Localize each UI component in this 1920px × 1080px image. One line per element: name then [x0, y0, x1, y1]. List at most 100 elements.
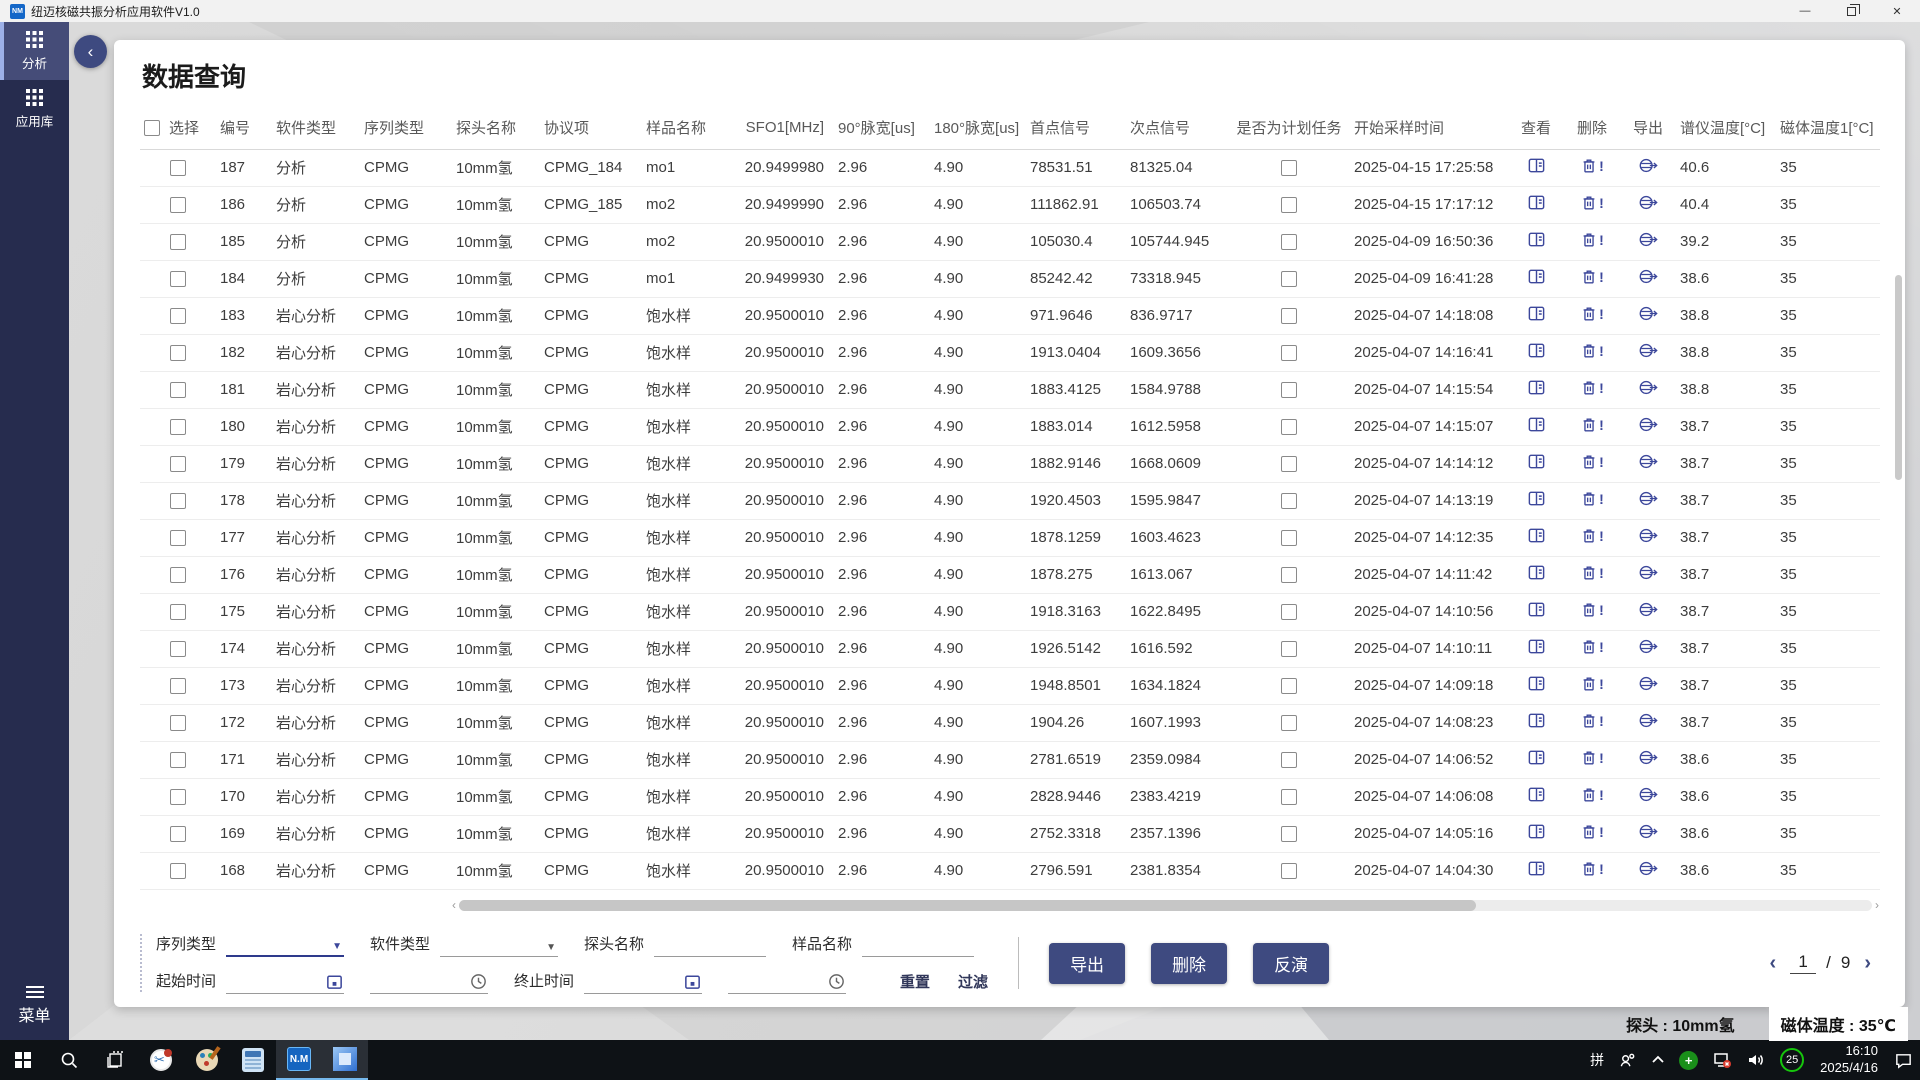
vertical-scrollbar-thumb[interactable] [1895, 275, 1902, 480]
scroll-left-arrow-icon[interactable]: ‹ [452, 898, 456, 912]
delete-icon[interactable]: ! [1580, 268, 1604, 286]
delete-icon[interactable]: ! [1580, 490, 1604, 508]
export-icon[interactable] [1638, 526, 1658, 545]
view-icon[interactable] [1527, 785, 1546, 804]
plan-task-checkbox[interactable] [1281, 419, 1297, 435]
export-icon[interactable] [1638, 748, 1658, 767]
row-checkbox[interactable] [170, 530, 186, 546]
export-icon[interactable] [1638, 637, 1658, 656]
plan-task-checkbox[interactable] [1281, 715, 1297, 731]
delete-icon[interactable]: ! [1580, 453, 1604, 471]
export-icon[interactable] [1638, 378, 1658, 397]
action-center-button[interactable] [1887, 1040, 1920, 1080]
row-checkbox[interactable] [170, 234, 186, 250]
delete-icon[interactable]: ! [1580, 305, 1604, 323]
sidebar-item-analysis[interactable]: 分析 [0, 22, 69, 80]
plan-task-checkbox[interactable] [1281, 234, 1297, 250]
second-app-taskbar-button[interactable] [322, 1040, 368, 1080]
people-tray-button[interactable] [1611, 1040, 1644, 1080]
view-icon[interactable] [1527, 526, 1546, 545]
start-button[interactable] [0, 1040, 46, 1080]
export-icon[interactable] [1638, 304, 1658, 323]
view-icon[interactable] [1527, 193, 1546, 212]
row-checkbox[interactable] [170, 382, 186, 398]
plan-task-checkbox[interactable] [1281, 752, 1297, 768]
plan-task-checkbox[interactable] [1281, 160, 1297, 176]
calculator-button[interactable] [230, 1040, 276, 1080]
view-icon[interactable] [1527, 748, 1546, 767]
nm-app-taskbar-button[interactable]: N.M [276, 1040, 322, 1080]
plan-task-checkbox[interactable] [1281, 641, 1297, 657]
row-checkbox[interactable] [170, 678, 186, 694]
paint-button[interactable] [184, 1040, 230, 1080]
row-checkbox[interactable] [170, 604, 186, 620]
network-tray-button[interactable] [1705, 1040, 1739, 1080]
sidebar-item-app-library[interactable]: 应用库 [0, 80, 69, 138]
row-checkbox[interactable] [170, 789, 186, 805]
delete-icon[interactable]: ! [1580, 823, 1604, 841]
view-icon[interactable] [1527, 341, 1546, 360]
view-icon[interactable] [1527, 711, 1546, 730]
view-icon[interactable] [1527, 156, 1546, 175]
row-checkbox[interactable] [170, 456, 186, 472]
row-checkbox[interactable] [170, 308, 186, 324]
delete-icon[interactable]: ! [1580, 675, 1604, 693]
plan-task-checkbox[interactable] [1281, 826, 1297, 842]
export-icon[interactable] [1638, 156, 1658, 175]
delete-icon[interactable]: ! [1580, 231, 1604, 249]
export-icon[interactable] [1638, 489, 1658, 508]
taskbar-search-button[interactable] [46, 1040, 92, 1080]
export-icon[interactable] [1638, 230, 1658, 249]
ime-indicator[interactable]: 拼 [1583, 1040, 1611, 1080]
delete-icon[interactable]: ! [1580, 379, 1604, 397]
calendar-icon[interactable] [683, 972, 702, 993]
export-icon[interactable] [1638, 341, 1658, 360]
export-icon[interactable] [1638, 859, 1658, 878]
view-icon[interactable] [1527, 674, 1546, 693]
export-icon[interactable] [1638, 674, 1658, 693]
close-button[interactable]: ✕ [1874, 0, 1920, 22]
start-clock-input[interactable] [370, 970, 488, 994]
plan-task-checkbox[interactable] [1281, 345, 1297, 361]
row-checkbox[interactable] [170, 752, 186, 768]
delete-button[interactable]: 删除 [1151, 943, 1227, 984]
row-checkbox[interactable] [170, 271, 186, 287]
select-all-checkbox[interactable] [144, 120, 160, 136]
delete-icon[interactable]: ! [1580, 157, 1604, 175]
view-icon[interactable] [1527, 859, 1546, 878]
scrollbar-thumb[interactable] [459, 900, 1476, 911]
plan-task-checkbox[interactable] [1281, 382, 1297, 398]
probe-name-input[interactable] [654, 933, 766, 957]
row-checkbox[interactable] [170, 567, 186, 583]
view-icon[interactable] [1527, 600, 1546, 619]
view-icon[interactable] [1527, 378, 1546, 397]
row-checkbox[interactable] [170, 197, 186, 213]
row-checkbox[interactable] [170, 715, 186, 731]
plan-task-checkbox[interactable] [1281, 789, 1297, 805]
row-checkbox[interactable] [170, 345, 186, 361]
horizontal-scrollbar[interactable]: ‹ › [452, 899, 1879, 912]
plan-task-checkbox[interactable] [1281, 604, 1297, 620]
delete-icon[interactable]: ! [1580, 601, 1604, 619]
row-checkbox[interactable] [170, 826, 186, 842]
scrollbar-track[interactable] [459, 900, 1872, 911]
row-checkbox[interactable] [170, 641, 186, 657]
export-icon[interactable] [1638, 785, 1658, 804]
view-icon[interactable] [1527, 304, 1546, 323]
view-icon[interactable] [1527, 822, 1546, 841]
end-date-input[interactable] [584, 970, 702, 994]
clock-icon[interactable] [827, 972, 846, 993]
plan-task-checkbox[interactable] [1281, 567, 1297, 583]
export-icon[interactable] [1638, 415, 1658, 434]
plan-task-checkbox[interactable] [1281, 530, 1297, 546]
calendar-icon[interactable] [325, 972, 344, 993]
delete-icon[interactable]: ! [1580, 416, 1604, 434]
view-icon[interactable] [1527, 452, 1546, 471]
volume-tray-button[interactable] [1739, 1040, 1773, 1080]
export-icon[interactable] [1638, 193, 1658, 212]
delete-icon[interactable]: ! [1580, 342, 1604, 360]
view-icon[interactable] [1527, 563, 1546, 582]
next-page-icon[interactable]: › [1860, 952, 1875, 975]
plan-task-checkbox[interactable] [1281, 863, 1297, 879]
start-date-input[interactable] [226, 970, 344, 994]
